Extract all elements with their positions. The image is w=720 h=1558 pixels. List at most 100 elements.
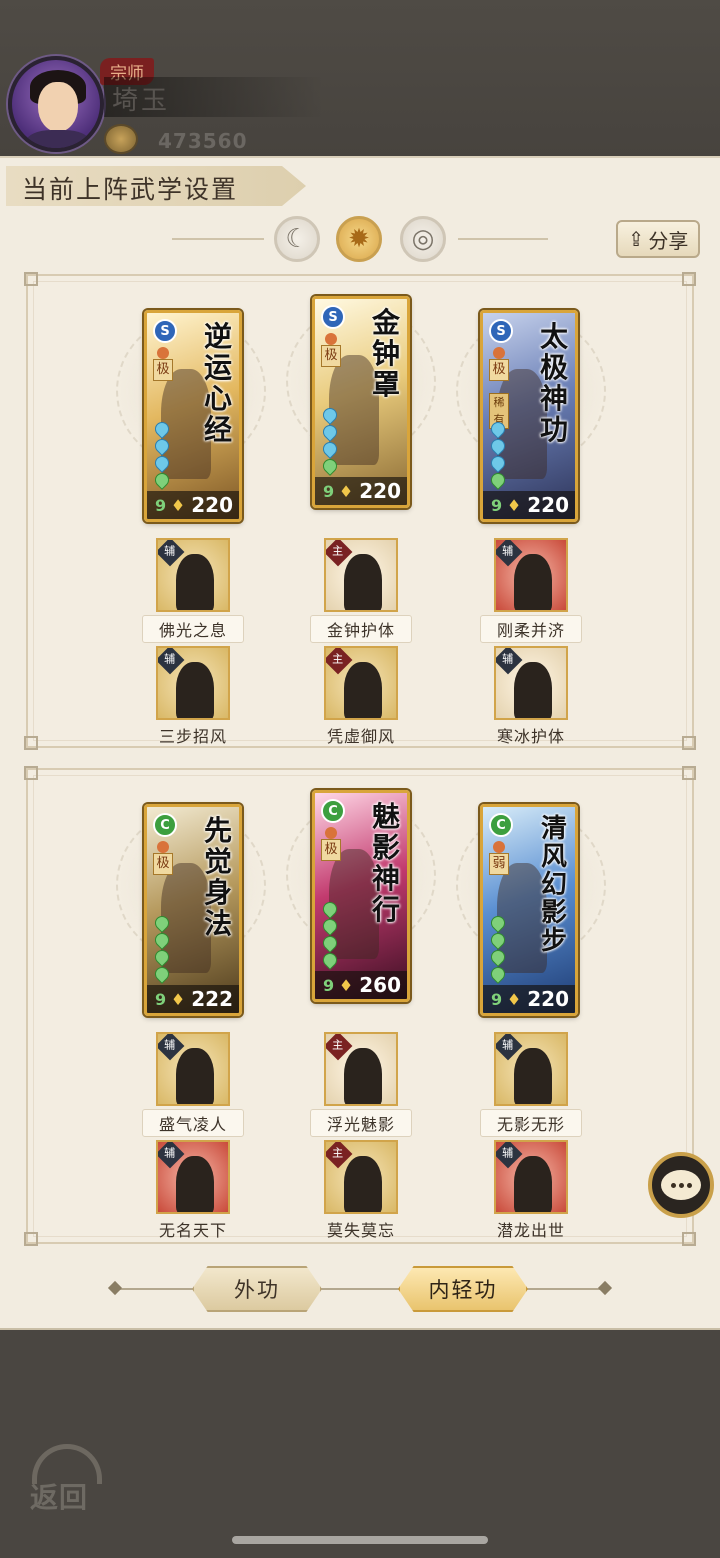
skill-silhouette: [176, 662, 214, 718]
power-icon: ♦: [338, 975, 354, 995]
martial-arts-panel: 当前上阵武学设置 ☾ ✹ ◎ ⇪ 分享 S 极 逆运心经 9 ♦ 220 S 极…: [0, 156, 720, 1330]
power-icon: ♦: [170, 495, 186, 515]
skill-type-icon: S: [153, 319, 177, 343]
panel-title: 当前上阵武学设置: [22, 175, 239, 204]
share-icon: ⇪: [627, 227, 645, 251]
skill-tile: 辅: [156, 1032, 230, 1106]
home-indicator[interactable]: [232, 1536, 488, 1544]
energy-drops: [152, 913, 172, 984]
sub-skill[interactable]: 主 莫失莫忘: [306, 1140, 416, 1241]
ornament-line-right: [458, 238, 548, 240]
skill-tile: 主: [324, 646, 398, 720]
skill-card[interactable]: C 极 魅影神行 9 ♦ 260: [312, 790, 410, 1002]
skill-label: 刚柔并济: [479, 615, 582, 643]
card-name: 金钟罩: [371, 306, 400, 401]
energy-drops: [320, 405, 340, 476]
skill-label: 浮光魅影: [309, 1109, 412, 1137]
skill-tile: 辅: [494, 646, 568, 720]
grade-dot: [493, 841, 505, 853]
cost-icon: 9: [491, 495, 503, 515]
sub-skill[interactable]: 辅 盛气凌人: [138, 1032, 248, 1137]
avatar[interactable]: [8, 56, 104, 152]
frame-corner: [24, 272, 38, 286]
sub-skill[interactable]: 主 凭虚御风: [306, 646, 416, 747]
sub-skill[interactable]: 辅 无影无形: [476, 1032, 586, 1137]
skill-tile: 辅: [156, 538, 230, 612]
energy-drops: [152, 419, 172, 490]
grade-dot: [493, 347, 505, 359]
power-icon: ♦: [506, 495, 522, 515]
skill-silhouette: [344, 554, 382, 610]
sub-skill[interactable]: 辅 三步招风: [138, 646, 248, 747]
chat-bubble: [661, 1170, 701, 1200]
card-footer: 9 ♦ 260: [315, 971, 407, 999]
skill-silhouette: [514, 1156, 552, 1212]
loadout-section-1: S 极 逆运心经 9 ♦ 220 S 极 金钟罩 9 ♦ 220 S 极 稀有 …: [24, 272, 696, 750]
outer-skill-tab[interactable]: 外功: [192, 1266, 322, 1312]
skill-label: 无影无形: [479, 1109, 582, 1137]
skill-silhouette: [176, 1048, 214, 1104]
skill-silhouette: [176, 554, 214, 610]
back-label: 返回: [30, 1481, 89, 1514]
ornament-line-left: [172, 238, 264, 240]
skill-card[interactable]: S 极 稀有 太极神功 9 ♦ 220: [480, 310, 578, 522]
skill-type-icon: C: [321, 799, 345, 823]
skill-label: 莫失莫忘: [326, 1221, 395, 1240]
cost-icon: 9: [155, 989, 167, 1009]
frame-corner: [682, 272, 696, 286]
skill-silhouette: [514, 554, 552, 610]
skill-label: 寒冰护体: [496, 727, 565, 746]
grade-tag: 极: [321, 839, 341, 861]
moon-orb-icon[interactable]: ☾: [274, 216, 320, 262]
skill-tile: 辅: [494, 1140, 568, 1214]
currency-value: 473560: [158, 129, 248, 153]
skill-tile: 辅: [156, 1140, 230, 1214]
skill-label: 盛气凌人: [141, 1109, 244, 1137]
frame-corner: [24, 736, 38, 750]
skill-silhouette: [344, 662, 382, 718]
grade-tag: 极: [153, 359, 173, 381]
card-footer: 9 ♦ 222: [147, 985, 239, 1013]
skill-type-icon: C: [153, 813, 177, 837]
sun-orb-icon[interactable]: ✹: [336, 216, 382, 262]
divider-diamond: [107, 1280, 123, 1296]
card-footer: 9 ♦ 220: [483, 985, 575, 1013]
grade-dot: [157, 347, 169, 359]
sub-skill[interactable]: 主 浮光魅影: [306, 1032, 416, 1137]
cost-icon: 9: [323, 481, 335, 501]
sub-skill[interactable]: 辅 寒冰护体: [476, 646, 586, 747]
sub-skill[interactable]: 辅 无名天下: [138, 1140, 248, 1241]
sub-skill[interactable]: 辅 潜龙出世: [476, 1140, 586, 1241]
skill-card[interactable]: S 极 金钟罩 9 ♦ 220: [312, 296, 410, 508]
sub-skill[interactable]: 主 金钟护体: [306, 538, 416, 643]
card-power: 260: [359, 973, 401, 997]
inner-skill-tab[interactable]: 内轻功: [398, 1266, 528, 1312]
gold-coin-icon: [104, 124, 138, 154]
loadout-section-2: C 极 先觉身法 9 ♦ 222 C 极 魅影神行 9 ♦ 260 C 弱 清风…: [24, 766, 696, 1246]
chat-bubble-icon[interactable]: [648, 1152, 714, 1218]
skill-card[interactable]: C 弱 清风幻影步 9 ♦ 220: [480, 804, 578, 1016]
skill-card[interactable]: S 极 逆运心经 9 ♦ 220: [144, 310, 242, 522]
card-name: 太极神功: [539, 320, 568, 446]
skill-label: 三步招风: [158, 727, 227, 746]
card-name: 先觉身法: [203, 814, 232, 940]
player-name: 埼玉: [112, 86, 171, 116]
skill-label: 潜龙出世: [496, 1221, 565, 1240]
skill-tile: 辅: [156, 646, 230, 720]
sub-skill[interactable]: 辅 佛光之息: [138, 538, 248, 643]
card-footer: 9 ♦ 220: [315, 477, 407, 505]
skill-type-icon: C: [489, 813, 513, 837]
frame-corner: [682, 736, 696, 750]
share-button[interactable]: ⇪ 分享: [616, 220, 700, 258]
sub-skill[interactable]: 辅 刚柔并济: [476, 538, 586, 643]
ring-orb-icon[interactable]: ◎: [400, 216, 446, 262]
back-button[interactable]: 返回: [28, 1444, 108, 1516]
power-icon: ♦: [338, 481, 354, 501]
skill-tile: 主: [324, 538, 398, 612]
avatar-body: [26, 130, 90, 148]
skill-tile: 辅: [494, 1032, 568, 1106]
energy-drops: [488, 419, 508, 490]
skill-type-icon: S: [489, 319, 513, 343]
skill-label: 金钟护体: [309, 615, 412, 643]
skill-card[interactable]: C 极 先觉身法 9 ♦ 222: [144, 804, 242, 1016]
